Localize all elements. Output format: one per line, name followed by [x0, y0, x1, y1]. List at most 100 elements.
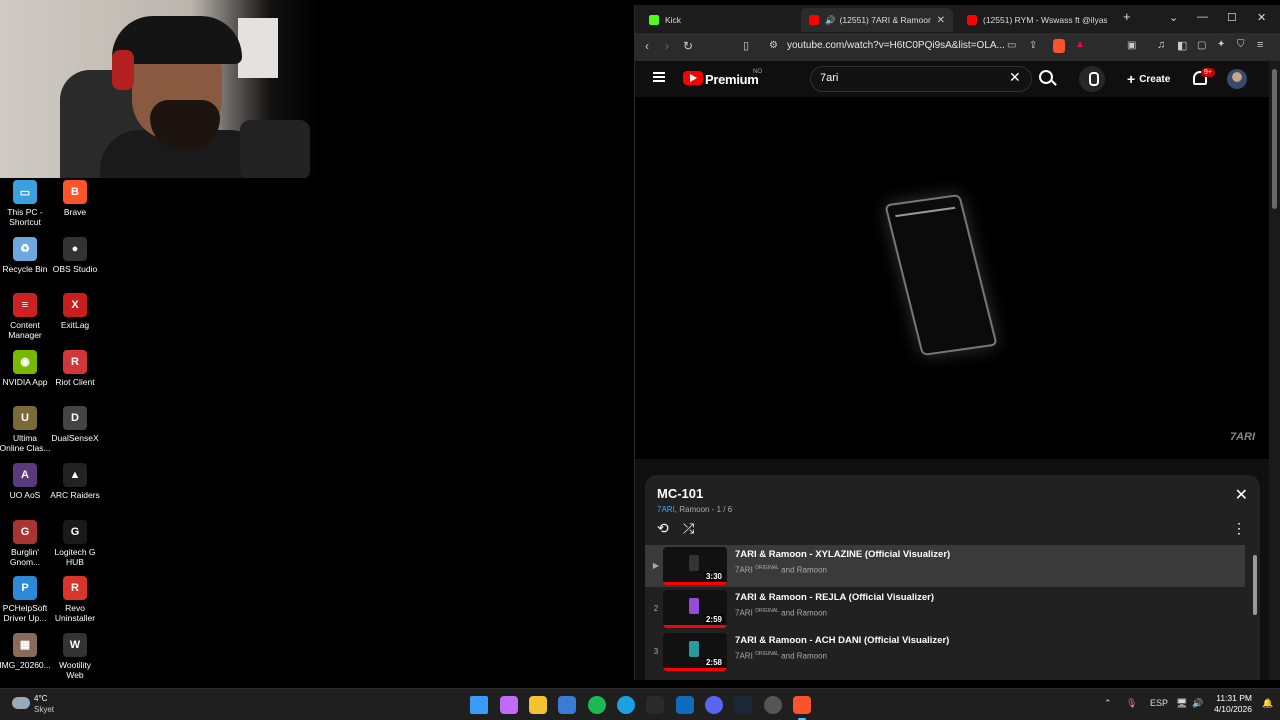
steam-icon[interactable]: [734, 696, 752, 714]
network-icon[interactable]: 🖥: [1176, 698, 1187, 709]
copilot-icon[interactable]: [500, 696, 518, 714]
desktop-icon[interactable]: ◉ NVIDIA App: [0, 349, 50, 387]
new-tab-button[interactable]: +: [1123, 9, 1131, 24]
loop-icon[interactable]: ⟲: [657, 520, 669, 537]
desktop-icon[interactable]: A UO AoS: [0, 463, 50, 500]
menu-icon[interactable]: ≡: [1257, 39, 1263, 51]
weather-desc[interactable]: Skyet: [34, 705, 54, 714]
desktop-icon[interactable]: W Wootility Web: [50, 632, 100, 680]
video-thumbnail[interactable]: 2:58: [663, 633, 727, 671]
desktop-icon[interactable]: B Brave: [50, 180, 100, 217]
epic-games-icon[interactable]: [646, 696, 664, 714]
playlist-title[interactable]: MC-101: [657, 486, 703, 501]
file-explorer-icon[interactable]: [529, 696, 547, 714]
app-icon: R: [63, 349, 87, 374]
forward-button[interactable]: ›: [665, 39, 669, 53]
brave-rewards-icon[interactable]: ▲: [1075, 39, 1085, 50]
close-window-button[interactable]: ✕: [1257, 11, 1266, 24]
desktop-icon[interactable]: G Logitech G HUB: [50, 519, 100, 567]
desktop-icon[interactable]: ♻ Recycle Bin: [0, 236, 50, 274]
close-tab-icon[interactable]: ✕: [937, 15, 945, 26]
start-icon[interactable]: [470, 696, 488, 714]
playlist-item[interactable]: 2 2:59 7ARI & Ramoon - REJLA (Official Vis…: [645, 588, 1245, 630]
page-scrollbar[interactable]: [1269, 61, 1280, 680]
tab-youtube-rym[interactable]: (12551) RYM - Wswass ft @ilyaselm: [959, 8, 1115, 32]
edge-icon[interactable]: [617, 696, 635, 714]
clock[interactable]: 11:31 PM 4/10/2026: [1208, 693, 1252, 715]
leo-icon[interactable]: ✦: [1217, 39, 1225, 50]
discord-icon[interactable]: [705, 696, 723, 714]
shuffle-icon[interactable]: ⤮: [683, 520, 694, 537]
desktop-icon[interactable]: ≡ Content Manager: [0, 293, 50, 340]
tab-youtube-active[interactable]: 🔊 (12551) 7ARI & Ramoon - X ✕: [801, 8, 953, 32]
desktop-icon[interactable]: ● OBS Studio: [50, 236, 100, 274]
video-title[interactable]: 7ARI & Ramoon - REJLA (Official Visualiz…: [735, 592, 934, 603]
weather-temp[interactable]: 4°C: [34, 694, 47, 703]
taskbar: 4°C Skyet ⌃ 🎙 ESP 🖥 🔊 11:31 PM 4/10/2026…: [0, 688, 1280, 720]
video-thumbnail[interactable]: 3:30: [663, 547, 727, 585]
bookmark-icon[interactable]: ▯: [743, 39, 749, 52]
search-input[interactable]: 7ari: [820, 72, 838, 84]
youtube-logo-icon[interactable]: [683, 71, 703, 85]
search-box[interactable]: [810, 66, 1032, 92]
app-icon: ●: [63, 236, 87, 261]
more-options-icon[interactable]: ⋮: [1232, 520, 1246, 537]
desktop-icon[interactable]: X ExitLag: [50, 293, 100, 330]
wallet-icon[interactable]: ▣: [1127, 40, 1136, 51]
brave-shields-icon[interactable]: [1053, 39, 1065, 53]
share-icon[interactable]: ⇪: [1029, 40, 1037, 51]
desktop-icon[interactable]: ▲ ARC Raiders: [50, 463, 100, 500]
music-icon[interactable]: ♫: [1157, 39, 1165, 51]
outlook-icon[interactable]: [676, 696, 694, 714]
tray-chevron-icon[interactable]: ⌃: [1104, 698, 1112, 709]
create-button[interactable]: + Create: [1119, 66, 1178, 92]
thumbnail-art: [689, 555, 699, 571]
desktop-icon[interactable]: R Riot Client: [50, 349, 100, 387]
desktop-icon[interactable]: D DualSenseX: [50, 406, 100, 443]
microphone-icon[interactable]: 🎙: [1126, 698, 1137, 709]
sidebar-icon[interactable]: ◧: [1177, 39, 1187, 52]
video-title[interactable]: 7ARI & Ramoon - XYLAZINE (Official Visua…: [735, 549, 950, 560]
screenshot-icon[interactable]: ▢: [1197, 40, 1206, 51]
spotify-icon[interactable]: [588, 696, 606, 714]
desktop-icon[interactable]: G Burglin' Gnom...: [0, 519, 50, 567]
channel-watermark[interactable]: 7ARI: [1230, 431, 1255, 443]
youtube-brand[interactable]: Premium: [705, 72, 759, 87]
volume-icon[interactable]: 🔊: [1192, 698, 1203, 709]
clear-search-icon[interactable]: ✕: [1009, 69, 1021, 86]
app-icon: A: [13, 463, 37, 487]
chevron-down-icon[interactable]: ⌄: [1169, 11, 1178, 24]
minimize-button[interactable]: —: [1197, 11, 1208, 23]
video-title[interactable]: 7ARI & Ramoon - ACH DANI (Official Visua…: [735, 635, 949, 646]
voice-search-icon[interactable]: [1079, 66, 1105, 92]
language-indicator[interactable]: ESP: [1150, 698, 1168, 708]
store-icon[interactable]: [558, 696, 576, 714]
video-player[interactable]: 7ARI: [635, 97, 1269, 459]
desktop-icon[interactable]: U Ultima Online Clas...: [0, 406, 51, 453]
vpn-icon[interactable]: ⛉: [1237, 39, 1245, 50]
cast-icon[interactable]: ▭: [1007, 40, 1016, 51]
avatar[interactable]: [1227, 69, 1247, 89]
site-settings-icon[interactable]: ⚙: [769, 40, 778, 51]
notification-bell-icon[interactable]: 🔔: [1262, 698, 1273, 709]
desktop-icon-label: DualSenseX: [51, 433, 99, 444]
weather-icon[interactable]: [12, 697, 30, 709]
back-button[interactable]: ‹: [645, 39, 649, 53]
desktop-icon[interactable]: ▦ IMG_20260...: [0, 632, 51, 670]
desktop-icon[interactable]: P PCHelpSoft Driver Up...: [0, 576, 50, 623]
desktop-icon[interactable]: ▭ This PC - Shortcut: [0, 180, 50, 227]
maximize-button[interactable]: ☐: [1227, 11, 1237, 24]
desktop-icon[interactable]: R Revo Uninstaller: [50, 576, 100, 623]
reload-button[interactable]: ↻: [683, 39, 693, 53]
video-thumbnail[interactable]: 2:59: [663, 590, 727, 628]
guide-menu-icon[interactable]: [653, 72, 665, 82]
playlist-item[interactable]: 3 2:58 7ARI & Ramoon - ACH DANI (Official …: [645, 631, 1245, 673]
steelseries-icon[interactable]: [764, 696, 782, 714]
tab-kick[interactable]: Kick: [641, 8, 793, 32]
playlist-item[interactable]: ▶ 3:30 7ARI & Ramoon - XYLAZINE (Official …: [645, 545, 1245, 587]
brave-icon[interactable]: [793, 696, 811, 720]
search-icon[interactable]: [1039, 70, 1053, 84]
close-icon[interactable]: ✕: [1235, 485, 1248, 505]
url-field[interactable]: youtube.com/watch?v=H6tC0PQi9sA&list=OLA…: [787, 40, 1005, 51]
playlist-scrollbar[interactable]: [1252, 545, 1258, 675]
